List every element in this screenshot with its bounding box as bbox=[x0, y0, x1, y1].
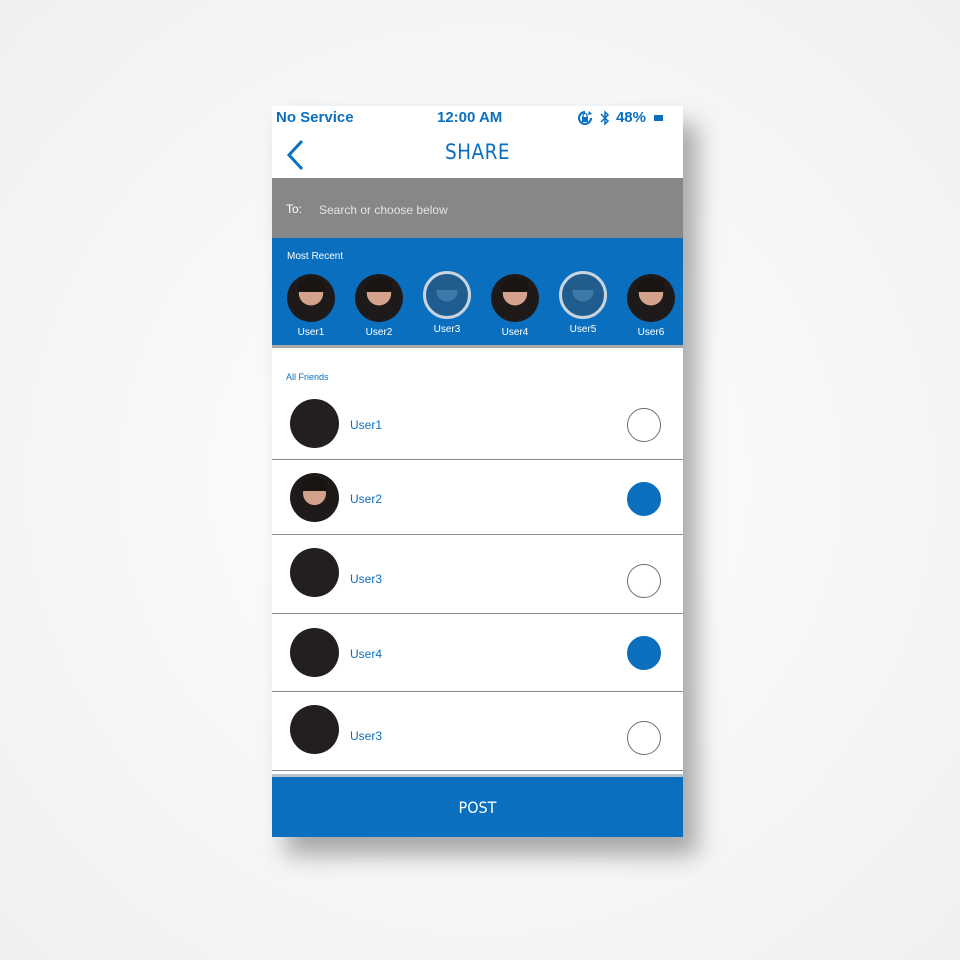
recent-user-selected[interactable]: User5 bbox=[553, 271, 613, 335]
recent-user-name: User5 bbox=[569, 324, 597, 335]
bluetooth-icon bbox=[600, 109, 610, 126]
to-label: To: bbox=[286, 202, 303, 216]
avatar bbox=[627, 274, 675, 322]
post-button[interactable]: POST bbox=[272, 774, 683, 837]
select-checkbox-checked[interactable] bbox=[627, 636, 661, 670]
battery-percent: 48% bbox=[615, 109, 646, 126]
recent-user-selected[interactable]: User3 bbox=[417, 271, 477, 335]
select-checkbox[interactable] bbox=[627, 564, 661, 598]
avatar bbox=[355, 274, 403, 322]
avatar bbox=[287, 274, 335, 322]
avatar bbox=[290, 473, 339, 522]
section-divider bbox=[272, 345, 683, 348]
avatar-placeholder bbox=[290, 705, 339, 754]
page-title: SHARE bbox=[444, 140, 510, 164]
share-screen: No Service 12:00 AM 48% SHARE To: Most R… bbox=[272, 106, 683, 837]
nav-header: SHARE bbox=[272, 130, 683, 178]
select-checkbox-checked[interactable] bbox=[627, 482, 661, 516]
status-bar: No Service 12:00 AM 48% bbox=[272, 106, 683, 130]
recipient-search-bar: To: bbox=[272, 178, 683, 238]
avatar bbox=[491, 274, 539, 322]
select-checkbox[interactable] bbox=[627, 721, 661, 755]
recent-user[interactable]: User6 bbox=[621, 274, 681, 338]
friend-name: User2 bbox=[350, 492, 383, 506]
recent-user[interactable]: User4 bbox=[485, 274, 545, 338]
clock: 12:00 AM bbox=[437, 109, 503, 126]
status-indicators: 48% bbox=[576, 109, 663, 126]
most-recent-section: Most Recent User1 User2 User3 User4 User… bbox=[272, 238, 683, 348]
friend-row[interactable]: User1 bbox=[272, 386, 683, 460]
friend-row[interactable]: User4 bbox=[272, 614, 683, 692]
friend-row[interactable]: User3 bbox=[272, 535, 683, 614]
recent-user[interactable]: User2 bbox=[349, 274, 409, 338]
all-friends-label: All Friends bbox=[286, 372, 329, 382]
friend-name: User4 bbox=[350, 647, 383, 661]
carrier-label: No Service bbox=[276, 109, 354, 126]
recent-user-name: User1 bbox=[297, 327, 325, 338]
friend-name: User3 bbox=[350, 729, 383, 743]
battery-icon bbox=[654, 114, 663, 121]
recent-user-name: User6 bbox=[637, 327, 665, 338]
avatar-placeholder bbox=[290, 399, 339, 448]
select-checkbox[interactable] bbox=[627, 408, 661, 442]
friend-name: User1 bbox=[350, 418, 383, 432]
friend-name: User3 bbox=[350, 572, 383, 586]
avatar bbox=[423, 271, 471, 319]
post-button-label: POST bbox=[458, 798, 497, 817]
recent-user-name: User2 bbox=[365, 327, 393, 338]
avatar-placeholder bbox=[290, 548, 339, 597]
friend-row[interactable]: User3 bbox=[272, 692, 683, 771]
avatar bbox=[559, 271, 607, 319]
search-input[interactable] bbox=[317, 198, 651, 222]
friend-row[interactable]: User2 bbox=[272, 460, 683, 535]
recent-user-name: User4 bbox=[501, 327, 529, 338]
most-recent-label: Most Recent bbox=[287, 251, 344, 262]
avatar-placeholder bbox=[290, 628, 339, 677]
recent-user[interactable]: User1 bbox=[281, 274, 341, 338]
rotation-lock-icon bbox=[578, 110, 592, 125]
recent-user-name: User3 bbox=[433, 324, 461, 335]
